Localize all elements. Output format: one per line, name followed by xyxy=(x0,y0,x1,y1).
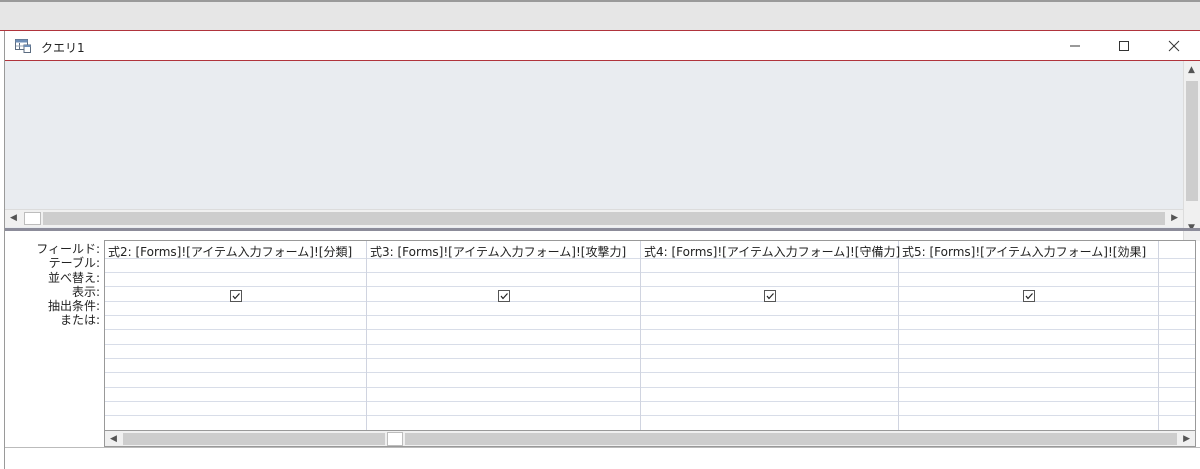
design-vertical-scrollbar[interactable]: ▲ ▼ xyxy=(1183,61,1200,241)
table-design-pane[interactable] xyxy=(5,61,1200,229)
row-label-or: または: xyxy=(59,313,100,328)
grid-horizontal-scrollbar[interactable]: ◀ ▶ xyxy=(104,430,1196,447)
row-label-show: 表示: xyxy=(71,284,100,299)
show-checkbox[interactable] xyxy=(498,290,510,302)
row-label-criteria: 抽出条件: xyxy=(47,299,100,314)
window-titlebar: クエリ1 xyxy=(5,31,1200,61)
row-label-sort: 並べ替え: xyxy=(47,270,100,285)
scroll-track[interactable] xyxy=(43,212,1165,225)
scroll-thumb[interactable] xyxy=(387,432,403,446)
query-design-grid[interactable]: 式2: [Forms]![アイテム入力フォーム]![分類] 式3: [Forms… xyxy=(104,240,1196,448)
minimize-icon[interactable] xyxy=(1060,36,1090,56)
window-bottom-border xyxy=(5,447,1200,448)
show-checkbox[interactable] xyxy=(230,290,242,302)
row-label-table: テーブル: xyxy=(48,256,100,271)
show-checkbox[interactable] xyxy=(1023,290,1035,302)
field-cell[interactable]: 式5: [Forms]![アイテム入力フォーム]![効果] xyxy=(902,243,1146,260)
row-label-field: フィールド: xyxy=(36,242,100,256)
scroll-thumb[interactable] xyxy=(1186,81,1198,201)
close-icon[interactable] xyxy=(1159,36,1189,56)
query-icon xyxy=(15,39,31,53)
field-cell[interactable]: 式4: [Forms]![アイテム入力フォーム]![守備力] xyxy=(644,243,900,260)
grid-column-2[interactable]: 式3: [Forms]![アイテム入力フォーム]![攻撃力] xyxy=(367,241,641,447)
grid-column-empty[interactable] xyxy=(1159,241,1195,447)
query-window: クエリ1 ▲ ▼ ◀ ▶ フィールド: テーブル: 並べ替え: 表示: 抽出条件… xyxy=(4,31,1200,469)
window-title: クエリ1 xyxy=(41,41,85,55)
pane-splitter[interactable] xyxy=(5,228,1200,231)
maximize-icon[interactable] xyxy=(1109,36,1139,56)
design-horizontal-scrollbar[interactable]: ◀ ▶ xyxy=(5,209,1183,227)
field-cell[interactable]: 式3: [Forms]![アイテム入力フォーム]![攻撃力] xyxy=(370,243,626,260)
grid-column-1[interactable]: 式2: [Forms]![アイテム入力フォーム]![分類] xyxy=(105,241,367,447)
scroll-right-icon[interactable]: ▶ xyxy=(1171,213,1178,223)
scroll-thumb[interactable] xyxy=(24,212,41,225)
scroll-left-icon[interactable]: ◀ xyxy=(10,213,17,223)
show-checkbox[interactable] xyxy=(764,290,776,302)
scroll-left-icon[interactable]: ◀ xyxy=(110,434,117,444)
app-top-edge xyxy=(0,0,1200,2)
scroll-right-icon[interactable]: ▶ xyxy=(1183,434,1190,444)
field-cell[interactable]: 式2: [Forms]![アイテム入力フォーム]![分類] xyxy=(108,243,352,260)
scroll-track[interactable] xyxy=(123,433,385,445)
grid-column-4[interactable]: 式5: [Forms]![アイテム入力フォーム]![効果] xyxy=(899,241,1159,447)
grid-column-3[interactable]: 式4: [Forms]![アイテム入力フォーム]![守備力] xyxy=(641,241,900,447)
grid-row-labels: フィールド: テーブル: 並べ替え: 表示: 抽出条件: または: xyxy=(5,242,102,328)
scroll-up-icon[interactable]: ▲ xyxy=(1188,65,1195,75)
scroll-track[interactable] xyxy=(405,433,1177,445)
app-top-strip xyxy=(0,0,1200,31)
